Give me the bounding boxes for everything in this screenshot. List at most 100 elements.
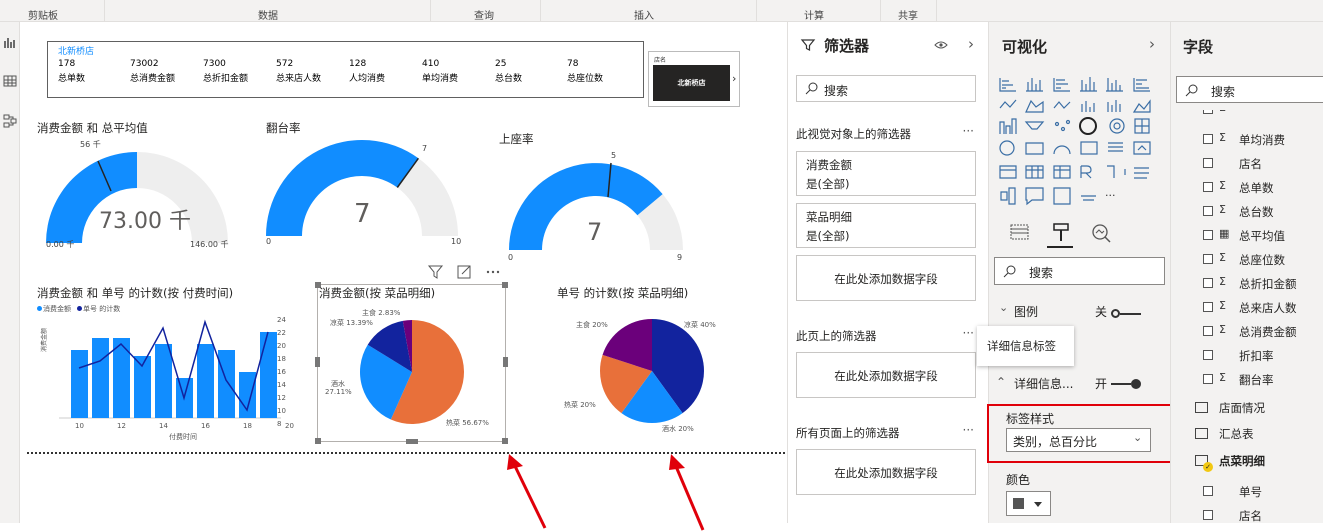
analytics-tab-icon[interactable]: [1090, 223, 1112, 245]
gauge2-min: 0: [266, 237, 272, 246]
y2-tick: 24: [277, 316, 286, 324]
field-item[interactable]: Σ 单均消费: [1171, 128, 1323, 152]
visualizations-pane: 可视化 › ··· 搜索 ⌄ 图例 关 详细信息标签 ⌃ 详细信息... 开 标…: [977, 22, 1172, 523]
format-search-input[interactable]: 搜索: [994, 257, 1165, 285]
kpi-value: 128: [349, 59, 367, 69]
color-label: 颜色: [1006, 473, 1031, 487]
legend-section-label: 图例: [1014, 305, 1039, 319]
gauge1-max: 146.00 千: [190, 240, 229, 249]
table-item-active[interactable]: ✓ 点菜明细: [1171, 449, 1323, 473]
chevron-up-icon[interactable]: ⌃: [996, 375, 1006, 389]
pie2-chart[interactable]: [597, 316, 707, 426]
pie2-label: 主食 20%: [576, 321, 608, 329]
color-picker[interactable]: [1006, 491, 1051, 516]
report-view-icon[interactable]: [3, 36, 17, 50]
add-field-drop-zone[interactable]: 在此处添加数据字段: [796, 449, 976, 495]
gauge1-title: 消费金额 和 总平均值: [37, 121, 148, 135]
collapse-chevron-icon[interactable]: ›: [968, 35, 974, 53]
format-search-placeholder: 搜索: [1029, 266, 1054, 280]
report-canvas: 北新桥店 178 总单数 73002 总消费金额 7300 总折扣金额 572 …: [21, 22, 787, 531]
gauge3-min: 0: [508, 253, 514, 262]
field-item[interactable]: Σ 总折扣金额: [1171, 272, 1323, 296]
search-icon: [805, 82, 818, 95]
filter-card-value: 是(全部): [806, 177, 850, 191]
more-options-icon[interactable]: ···: [963, 423, 974, 437]
add-field-drop-zone[interactable]: 在此处添加数据字段: [796, 255, 976, 301]
tooltip: 详细信息标签: [977, 326, 1074, 366]
detail-toggle[interactable]: [1111, 377, 1143, 389]
store-slicer[interactable]: 店名 北新桥店 ›: [648, 51, 740, 107]
collapse-chevron-icon[interactable]: ›: [1149, 35, 1155, 53]
field-item[interactable]: Σ 总单数: [1171, 176, 1323, 200]
filter-card-dish[interactable]: 菜品明细 是(全部): [796, 203, 976, 248]
visual-type-gallery[interactable]: ···: [997, 74, 1167, 214]
slicer-value: 北新桥店: [677, 79, 706, 87]
search-icon: [1003, 265, 1016, 278]
field-item[interactable]: Σ 总来店人数: [1171, 296, 1323, 320]
filter-icon[interactable]: [427, 265, 444, 279]
add-field-label: 在此处添加数据字段: [834, 369, 938, 383]
y2-tick: 12: [277, 394, 286, 402]
kpi-label: 总折扣金额: [203, 74, 249, 84]
filter-card-amount[interactable]: 消费金额 是(全部): [796, 151, 976, 196]
more-options-icon[interactable]: [486, 270, 500, 274]
field-item[interactable]: 店名: [1171, 152, 1323, 176]
field-clipped: Σ: [1171, 110, 1323, 114]
data-view-icon[interactable]: [3, 74, 17, 88]
legend-toggle[interactable]: [1111, 306, 1143, 318]
field-item[interactable]: ▦ 总平均值: [1171, 224, 1323, 248]
filter-search-input[interactable]: 搜索: [796, 75, 976, 102]
field-item[interactable]: 店名: [1171, 504, 1323, 528]
field-item[interactable]: Σ 总台数: [1171, 200, 1323, 224]
gauge2[interactable]: [257, 132, 467, 252]
field-item[interactable]: Σ 总座位数: [1171, 248, 1323, 272]
chevron-down-icon: ⌄: [1133, 431, 1143, 444]
combo-title: 消费金额 和 单号 的计数(按 付费时间): [37, 286, 234, 300]
kpi-card[interactable]: 北新桥店 178 总单数 73002 总消费金额 7300 总折扣金额 572 …: [47, 41, 644, 98]
field-item[interactable]: 折扣率: [1171, 344, 1323, 368]
gauge2-value: 7: [354, 199, 371, 229]
kpi-store-name: 北新桥店: [58, 47, 95, 57]
combo-legend: 消费金额 单号 的计数: [37, 304, 121, 314]
pie1-chart[interactable]: [357, 317, 467, 427]
add-field-drop-zone[interactable]: 在此处添加数据字段: [796, 352, 976, 398]
legend-item: 单号 的计数: [83, 305, 121, 313]
active-tab-indicator: [1047, 246, 1073, 248]
filter-section-all: 所有页面上的筛选器: [796, 426, 900, 440]
field-item[interactable]: Σ 总消费金额: [1171, 320, 1323, 344]
filter-pane-title: 筛选器: [824, 37, 870, 55]
label-style-value: 类别，总百分比: [1013, 435, 1098, 449]
y2-tick: 16: [277, 368, 286, 376]
focus-mode-icon[interactable]: [457, 265, 471, 279]
label-style-dropdown[interactable]: 类别，总百分比 ⌄: [1006, 428, 1151, 452]
x-tick: 10: [75, 422, 84, 430]
kpi-label: 总消费金额: [130, 74, 176, 84]
gauge2-target-label: 7: [422, 144, 428, 153]
chevron-down-icon[interactable]: ⌄: [999, 301, 1008, 314]
format-paint-roller-icon[interactable]: [1050, 221, 1072, 243]
fields-tab-icon[interactable]: [1009, 223, 1031, 241]
fields-search-input[interactable]: 搜索: [1176, 76, 1323, 103]
field-item[interactable]: 单号: [1171, 480, 1323, 504]
pie1-label: 凉菜 13.39%: [330, 319, 373, 327]
eye-icon[interactable]: [934, 40, 948, 50]
more-options-icon[interactable]: ···: [963, 326, 974, 340]
field-item[interactable]: Σ 翻台率: [1171, 368, 1323, 392]
more-options-icon[interactable]: ···: [963, 124, 974, 138]
kpi-label: 人均消费: [349, 74, 386, 84]
model-view-icon[interactable]: [3, 114, 17, 128]
viz-pane-title: 可视化: [1002, 38, 1048, 56]
y2-tick: 22: [277, 329, 286, 337]
table-item[interactable]: 汇总表: [1171, 422, 1323, 446]
chevron-right-icon[interactable]: ›: [732, 72, 736, 85]
x-tick: 18: [243, 422, 252, 430]
slicer-button[interactable]: 北新桥店: [653, 65, 730, 101]
kpi-value: 572: [276, 59, 294, 69]
ribbon-group-data: 数据: [258, 11, 278, 22]
ribbon: 剪贴板 数据 查询 插入 计算 共享: [0, 0, 1323, 22]
combo-plot[interactable]: [59, 318, 289, 428]
filter-search-placeholder: 搜索: [824, 84, 849, 98]
label-style-label: 标签样式: [1006, 412, 1055, 426]
table-item[interactable]: 店面情况: [1171, 396, 1323, 420]
filter-card-name: 菜品明细: [806, 210, 852, 224]
